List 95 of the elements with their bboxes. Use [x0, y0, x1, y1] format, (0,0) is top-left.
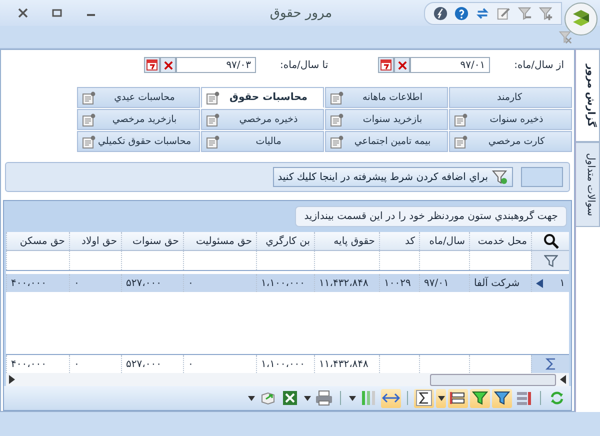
column-header[interactable]: محل خدمت — [469, 232, 531, 250]
note-icon — [206, 134, 220, 148]
maximize-icon — [52, 8, 62, 18]
column-header[interactable]: حق اولاد — [69, 232, 121, 250]
table-cell: ۱۱،۴۳۲،۸۴۸ — [319, 278, 368, 288]
report-tab[interactable]: کارمند — [449, 87, 572, 108]
note-icon — [330, 90, 344, 104]
caret-icon — [248, 396, 254, 400]
report-tab[interactable]: بازخريد مرخصي — [77, 109, 200, 130]
total-cell: ۵۲۷،۰۰۰ — [126, 358, 162, 370]
sync-icon[interactable] — [475, 6, 490, 20]
caret-icon — [304, 396, 310, 400]
sum-button[interactable] — [414, 388, 434, 408]
column-header[interactable]: حق مسکن — [6, 232, 69, 250]
total-cell: ۴۰۰،۰۰۰ — [11, 358, 46, 370]
table-cell: ۴۰۰،۰۰۰ — [11, 278, 46, 288]
excel-button[interactable] — [280, 388, 300, 408]
advanced-filter-button[interactable]: براي اضافه كردن شرط پيشرفته در اينجا كليك كنيد — [272, 167, 513, 187]
note-icon — [330, 134, 344, 148]
clear-icon — [164, 60, 173, 70]
note-icon — [82, 134, 96, 148]
total-cell: ۱۱،۴۳۲،۸۴۸ — [319, 358, 368, 370]
column-header[interactable]: بن کارگري — [256, 232, 314, 250]
column-header[interactable]: حقوق پايه — [314, 232, 379, 250]
total-cell: ۰ — [74, 358, 80, 370]
note-icon — [454, 134, 468, 148]
filter-button[interactable] — [470, 388, 490, 408]
close-button[interactable] — [16, 6, 30, 20]
calendar-icon — [380, 59, 392, 71]
clear-button[interactable] — [160, 57, 176, 73]
report-tab[interactable]: اطلاعات ماهانه — [325, 87, 448, 108]
from-date-field[interactable]: ۹۷/۰۱ — [410, 57, 490, 73]
to-label: تا سال/ماه: — [280, 60, 328, 70]
edit-icon[interactable] — [496, 6, 511, 20]
total-cell: ۱،۱۰۰،۰۰۰ — [261, 358, 306, 370]
row-pointer-icon — [536, 278, 543, 288]
autofit-button[interactable] — [381, 388, 401, 408]
note-icon — [82, 90, 96, 104]
side-tab[interactable]: گزارش مرور — [576, 49, 600, 142]
table-cell: ۰ — [188, 278, 194, 288]
table-cell: ۵۲۷،۰۰۰ — [126, 278, 162, 288]
report-tab[interactable]: ماليات — [201, 131, 324, 152]
report-tab[interactable]: محاسبات عيدي — [77, 87, 200, 108]
note-icon — [454, 112, 468, 126]
report-tab[interactable]: ذخيره مرخصي — [201, 109, 324, 130]
column-header[interactable]: حق مسئوليت — [183, 232, 256, 250]
sum-icon — [544, 358, 556, 370]
total-cell: ۰ — [188, 358, 194, 370]
report-tab[interactable]: محاسبات حقوق تکميلي — [77, 131, 200, 152]
scroll-right-icon[interactable] — [9, 375, 15, 384]
filter-icon[interactable] — [544, 254, 558, 268]
column-header[interactable]: حق سنوات — [121, 232, 183, 250]
group-by-hint: جهت گروهبندي ستون موردنظر خود را در اين قسمت بيندازيد — [295, 206, 567, 227]
close-icon — [18, 8, 28, 18]
report-tab[interactable]: محاسبات حقوق — [201, 87, 324, 108]
row-number: ۱ — [560, 278, 565, 288]
filter-edit-button[interactable] — [492, 388, 512, 408]
report-tab[interactable]: کارت مرخصي — [449, 131, 572, 152]
caret-icon — [438, 396, 444, 400]
caret-icon — [348, 396, 356, 400]
filter-add-icon[interactable] — [538, 6, 553, 20]
from-label: از سال/ماه: — [514, 60, 564, 70]
filter-remove-icon[interactable] — [517, 6, 532, 20]
group-button[interactable] — [448, 388, 468, 408]
to-date-field[interactable]: ۹۷/۰۳ — [176, 57, 256, 73]
note-icon — [206, 112, 220, 126]
print-button[interactable] — [314, 388, 334, 408]
window-title: مرور حقوق — [268, 6, 334, 20]
table-cell: ۰ — [74, 278, 80, 288]
filter-field[interactable] — [521, 167, 563, 187]
side-tab[interactable]: سوالات متداول — [576, 142, 600, 228]
note-icon — [330, 112, 344, 126]
note-icon — [82, 112, 96, 126]
report-tab[interactable]: ذخيره سنوات — [449, 109, 572, 130]
report-tab[interactable]: بيمه تامين اجتماعي — [325, 131, 448, 152]
table-cell: ۱،۱۰۰،۰۰۰ — [261, 278, 306, 288]
table-cell: شرکت آلفا — [474, 278, 520, 288]
calendar-button[interactable] — [144, 57, 160, 73]
clear-icon — [398, 60, 407, 70]
column-header[interactable]: کد — [379, 232, 419, 250]
table-cell: ۱۰۰۲۹ — [384, 278, 411, 288]
help-icon[interactable] — [454, 6, 469, 20]
column-header[interactable]: سال/ماه — [419, 232, 469, 250]
horizontal-scrollbar[interactable] — [6, 373, 569, 386]
flash-icon[interactable] — [433, 6, 448, 20]
table-cell: ۹۷/۰۱ — [424, 278, 449, 288]
filter-icon — [492, 169, 508, 185]
search-icon[interactable] — [542, 233, 558, 249]
calendar-icon — [146, 59, 158, 71]
caret-button[interactable] — [436, 388, 446, 408]
scroll-left-icon[interactable] — [560, 375, 566, 384]
note-icon — [206, 90, 220, 104]
clear-button[interactable] — [394, 57, 410, 73]
report-tab[interactable]: بازخريد سنوات — [325, 109, 448, 130]
calendar-button[interactable] — [378, 57, 394, 73]
